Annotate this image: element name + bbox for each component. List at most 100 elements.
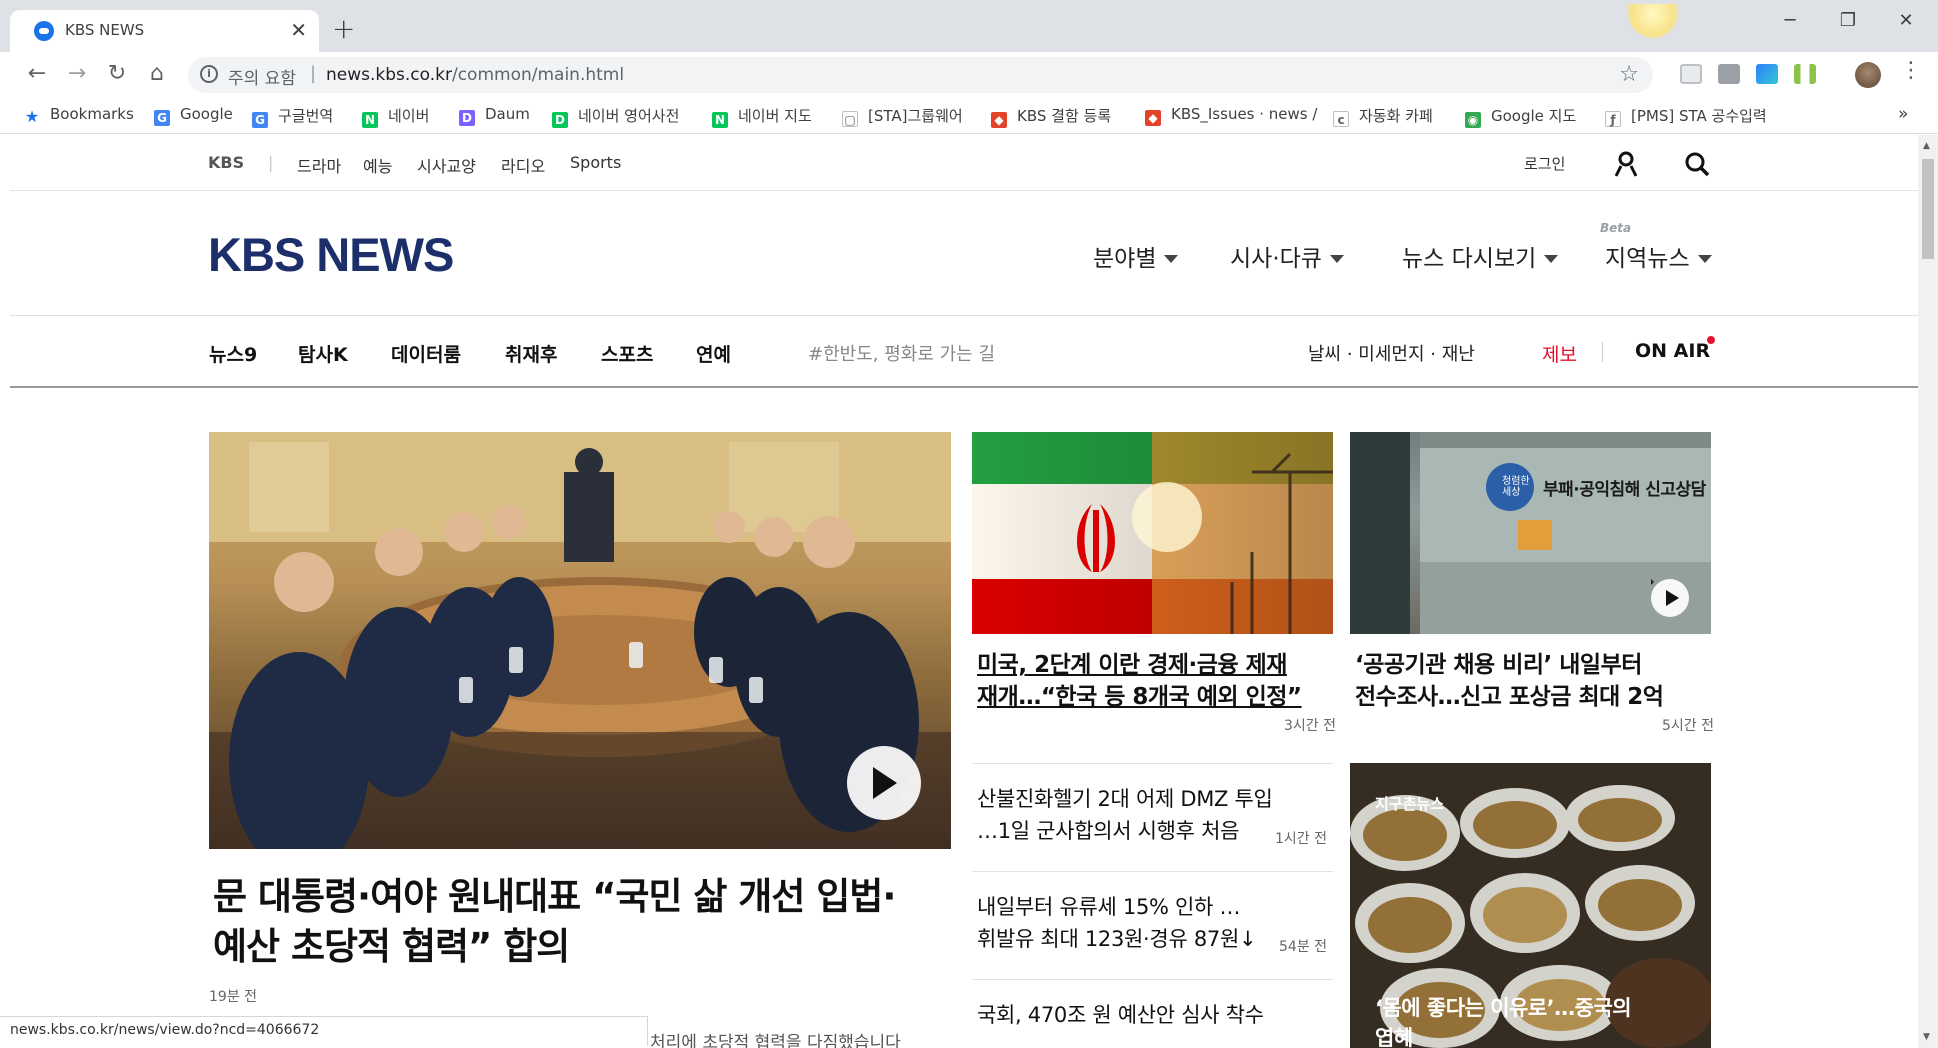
subnav-news9[interactable]: 뉴스9 <box>209 340 257 367</box>
bookmark-favicon-icon: N <box>712 112 728 128</box>
bookmark-favicon-icon: ◆ <box>1145 110 1161 126</box>
main-title-line2: 예산 초당적 협력” 합의 <box>213 925 570 968</box>
list-item[interactable]: 산불진화헬기 2대 어제 DMZ 투입 …1일 군사합의서 시행후 처음 <box>977 783 1273 847</box>
minimize-button[interactable]: ─ <box>1760 10 1820 31</box>
bookmark-item[interactable]: ◉ Google 지도 <box>1465 105 1576 128</box>
main-article-time: 19분 전 <box>209 989 258 1005</box>
new-tab-button[interactable]: + <box>332 12 355 45</box>
top-nav-sports[interactable]: Sports <box>570 153 621 172</box>
top-nav-radio[interactable]: 라디오 <box>501 153 545 177</box>
login-link[interactable]: 로그인 <box>1524 153 1565 174</box>
close-window-button[interactable]: ✕ <box>1876 10 1936 31</box>
subnav-entertainment[interactable]: 연예 <box>696 340 731 367</box>
main-article-title[interactable]: 문 대통령·여야 원내대표 “국민 삶 개선 입법· 예산 초당적 협력” 합의 <box>213 872 896 972</box>
public-article-title[interactable]: ‘공공기관 채용 비리’ 내일부터 전수조사…신고 포상금 최대 2억 <box>1355 649 1664 713</box>
bookmark-label: KBS_Issues · news / <box>1171 105 1318 123</box>
global-news-title[interactable]: ‘몸에 좋다는 이유로’…중국의 엽혜 <box>1375 993 1632 1048</box>
subnav-dataroom[interactable]: 데이터룸 <box>391 340 461 367</box>
top-nav-culture[interactable]: 시사교양 <box>417 153 476 177</box>
address-bar[interactable]: i 주의 요함 | news.kbs.co.kr/common/main.htm… <box>188 57 1653 93</box>
bookmark-item[interactable]: D Daum <box>459 105 530 126</box>
iran-flag-graphic <box>972 432 1333 634</box>
list-item-line2: 휘발유 최대 123원·경유 87원↓ <box>977 927 1257 951</box>
subnav-sports[interactable]: 스포츠 <box>601 340 653 367</box>
iran-article-title[interactable]: 미국, 2단계 이란 경제·금융 제재 재개…“한국 등 8개국 예외 인정” <box>977 649 1302 713</box>
brand-row: KBS NEWS 분야별 시사·다큐 뉴스 다시보기 Beta 지역뉴스 <box>10 191 1918 316</box>
bookmark-favicon-icon: G <box>154 110 170 126</box>
bookmark-item[interactable]: ▢ [STA]그룹웨어 <box>842 105 963 127</box>
close-tab-icon[interactable]: ✕ <box>290 18 307 42</box>
browser-tab-kbs-news[interactable]: KBS NEWS ✕ <box>10 10 319 52</box>
menu-current-affairs-label: 시사·다큐 <box>1230 246 1322 272</box>
bookmarks-overflow-icon[interactable]: » <box>1898 104 1908 124</box>
bookmark-item[interactable]: ◆ KBS 결함 등록 <box>991 105 1111 128</box>
top-nav-drama[interactable]: 드라마 <box>297 153 341 177</box>
public-article-photo[interactable]: 청렴한세상 부패·공익침해 신고상담 <box>1350 432 1711 634</box>
report-link[interactable]: 제보 <box>1542 340 1577 367</box>
bookmark-item[interactable]: N 네이버 <box>362 105 429 128</box>
menu-current-affairs[interactable]: 시사·다큐 <box>1230 239 1344 273</box>
bookmark-label: 자동화 카페 <box>1359 107 1433 125</box>
weather-link[interactable]: 날씨 · 미세먼지 · 재난 <box>1308 340 1475 366</box>
bookmark-item[interactable]: D 네이버 영어사전 <box>552 105 679 128</box>
main-article-summary[interactable]: 처리에 초당적 협력을 다짐했습니다 <box>650 1028 901 1048</box>
forward-button[interactable]: → <box>62 61 92 86</box>
browser-menu-icon[interactable]: ⋮ <box>1900 58 1922 83</box>
search-icon[interactable] <box>1684 151 1710 177</box>
meeting-photo-graphic <box>209 432 951 849</box>
list-item-line1: 산불진화헬기 2대 어제 DMZ 투입 <box>977 787 1273 811</box>
user-icon[interactable] <box>1613 151 1639 177</box>
bookmark-label: 구글번역 <box>278 107 334 125</box>
global-news-photo[interactable]: 지구촌뉴스 ‘몸에 좋다는 이유로’…중국의 엽혜 <box>1350 763 1711 1048</box>
bookmark-label: 네이버 지도 <box>738 107 812 125</box>
security-label[interactable]: 주의 요함 <box>228 64 296 89</box>
extension-ladder-icon[interactable] <box>1794 64 1816 84</box>
url-host: news.kbs.co.kr <box>326 65 452 85</box>
top-nav-kbs[interactable]: KBS <box>208 153 244 172</box>
bookmark-item[interactable]: G 구글번역 <box>252 105 333 128</box>
maximize-button[interactable]: ❐ <box>1818 10 1878 31</box>
scroll-down-icon[interactable]: ▼ <box>1923 1032 1930 1042</box>
bookmark-item[interactable]: G Google <box>154 105 233 126</box>
page-scrollbar[interactable]: ▲ ▼ <box>1918 135 1938 1048</box>
bookmark-label: Google <box>180 105 233 123</box>
main-article-photo[interactable] <box>209 432 951 849</box>
extension-screen-icon[interactable] <box>1680 64 1702 84</box>
reload-button[interactable]: ↻ <box>102 61 132 86</box>
list-item-line1: 내일부터 유류세 15% 인하 … <box>977 895 1241 919</box>
menu-category[interactable]: 분야별 <box>1093 239 1179 273</box>
iran-article-photo[interactable] <box>972 432 1333 634</box>
kbs-news-logo[interactable]: KBS NEWS <box>208 227 454 282</box>
list-item-time: 54분 전 <box>1279 939 1328 955</box>
bookmark-item[interactable]: ƒ [PMS] STA 공수입력 <box>1605 105 1767 127</box>
scroll-up-icon[interactable]: ▲ <box>1923 141 1930 151</box>
bookmark-item[interactable]: N 네이버 지도 <box>712 105 812 128</box>
subnav-after-report[interactable]: 취재후 <box>505 340 557 367</box>
extension-ex-icon[interactable] <box>1718 64 1740 84</box>
list-item[interactable]: 국회, 470조 원 예산안 심사 착수 <box>977 999 1264 1031</box>
bookmark-item[interactable]: ◆ KBS_Issues · news / <box>1145 105 1317 126</box>
home-button[interactable]: ⌂ <box>142 61 172 86</box>
chevron-down-icon <box>1697 255 1712 263</box>
list-item[interactable]: 내일부터 유류세 15% 인하 … 휘발유 최대 123원·경유 87원↓ <box>977 891 1257 955</box>
url-text[interactable]: news.kbs.co.kr/common/main.html <box>326 65 624 85</box>
extension-arrow-icon[interactable] <box>1756 64 1778 84</box>
on-air-link[interactable]: ON AIR <box>1635 340 1710 362</box>
bookmark-item[interactable]: ★ Bookmarks <box>24 105 134 125</box>
menu-news-replay[interactable]: 뉴스 다시보기 <box>1402 239 1559 273</box>
security-info-icon[interactable]: i <box>200 65 218 83</box>
menu-local-news[interactable]: 지역뉴스 <box>1605 239 1712 273</box>
back-button[interactable]: ← <box>22 61 52 86</box>
scrollbar-thumb[interactable] <box>1922 159 1934 259</box>
web-page: KBS | 드라마 예능 시사교양 라디오 Sports 로그인 KBS NEW… <box>10 135 1918 1048</box>
bookmark-favicon-icon: ƒ <box>1605 111 1621 127</box>
bookmark-star-icon[interactable]: ☆ <box>1619 62 1639 87</box>
top-nav-entertainment[interactable]: 예능 <box>363 153 392 177</box>
bookmark-favicon-icon: D <box>459 110 475 126</box>
subnav-tamsa-k[interactable]: 탐사K <box>298 340 348 367</box>
profile-avatar[interactable] <box>1855 62 1881 88</box>
list-divider <box>972 871 1333 872</box>
bookmark-item[interactable]: c 자동화 카페 <box>1333 105 1433 127</box>
live-dot-icon <box>1707 336 1715 344</box>
campaign-tag-link[interactable]: #한반도, 평화로 가는 길 <box>808 340 995 366</box>
